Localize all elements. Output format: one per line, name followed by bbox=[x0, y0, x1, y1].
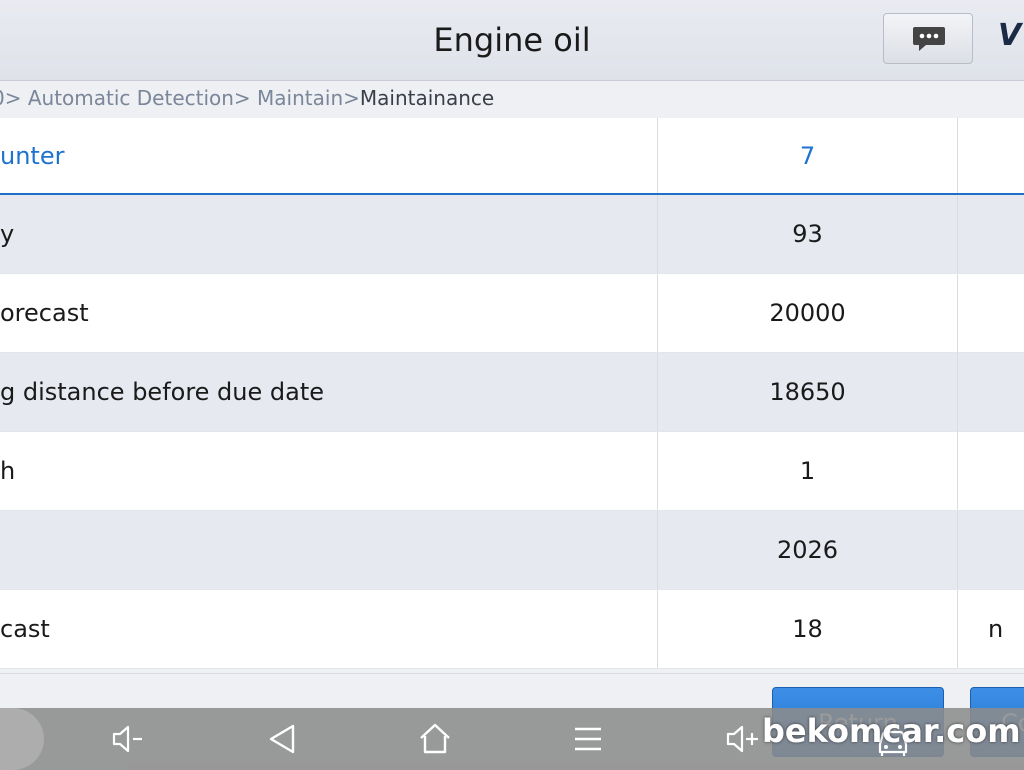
table-cell-value: 1 bbox=[657, 432, 957, 510]
volume-up-icon[interactable] bbox=[724, 720, 762, 758]
row-name-text: orecast bbox=[0, 299, 89, 327]
brand-logo: V bbox=[998, 18, 1022, 53]
volume-down-icon[interactable] bbox=[108, 720, 146, 758]
table-row[interactable]: 2026 bbox=[0, 511, 1024, 590]
breadcrumb-item-automatic-detection[interactable]: Automatic Detection> bbox=[28, 86, 251, 110]
table-cell-name: orecast bbox=[0, 274, 650, 352]
table-cell-value: 2026 bbox=[657, 511, 957, 589]
table-cell-unit bbox=[957, 195, 1024, 273]
header-name-text: unter bbox=[0, 141, 65, 170]
home-icon[interactable] bbox=[416, 720, 454, 758]
table-cell-unit: n bbox=[957, 590, 1024, 668]
table-cell-value: 18650 bbox=[657, 353, 957, 431]
row-name-text: h bbox=[0, 457, 16, 485]
table-cell-value: 18 bbox=[657, 590, 957, 668]
table-cell-name: unter bbox=[0, 118, 650, 193]
row-name-text: y bbox=[0, 220, 15, 248]
table-cell-unit bbox=[957, 511, 1024, 589]
maintenance-table: unter 7 y 93 orecast 20000 g distance be… bbox=[0, 118, 1024, 669]
menu-icon[interactable] bbox=[569, 720, 607, 758]
table-cell-unit bbox=[957, 274, 1024, 352]
breadcrumb: 0> Automatic Detection> Maintain>Maintai… bbox=[0, 84, 494, 112]
title-bar: Engine oil V bbox=[0, 0, 1024, 81]
table-cell-unit bbox=[957, 432, 1024, 510]
table-cell-value: 7 bbox=[657, 118, 957, 193]
table-cell-unit bbox=[957, 118, 1024, 193]
breadcrumb-item-maintain[interactable]: Maintain> bbox=[257, 86, 360, 110]
screen: Engine oil V 0> Automatic Detection> Mai… bbox=[0, 0, 1024, 770]
row-name-text: g distance before due date bbox=[0, 378, 325, 406]
message-bubble-icon bbox=[913, 27, 945, 51]
row-name-text: cast bbox=[0, 615, 50, 643]
table-cell-value: 20000 bbox=[657, 274, 957, 352]
table-header-row[interactable]: unter 7 bbox=[0, 118, 1024, 195]
watermark-text: bekomcar.com bbox=[762, 712, 1021, 750]
table-cell-name: h bbox=[0, 432, 650, 510]
table-cell-value: 93 bbox=[657, 195, 957, 273]
table-row[interactable]: cast 18 n bbox=[0, 590, 1024, 669]
table-row[interactable]: h 1 bbox=[0, 432, 1024, 511]
breadcrumb-item[interactable]: 0> bbox=[0, 86, 21, 110]
table-row[interactable]: g distance before due date 18650 bbox=[0, 353, 1024, 432]
table-cell-name bbox=[0, 511, 650, 589]
back-triangle-icon[interactable] bbox=[263, 720, 301, 758]
nav-pill-handle[interactable] bbox=[0, 708, 44, 770]
table-cell-name: g distance before due date bbox=[0, 353, 650, 431]
message-button[interactable] bbox=[883, 13, 973, 64]
breadcrumb-current: Maintainance bbox=[359, 86, 495, 110]
table-cell-unit bbox=[957, 353, 1024, 431]
table-cell-name: y bbox=[0, 195, 650, 273]
table-row[interactable]: y 93 bbox=[0, 195, 1024, 274]
table-row[interactable]: orecast 20000 bbox=[0, 274, 1024, 353]
page-title: Engine oil bbox=[433, 21, 591, 59]
table-cell-name: cast bbox=[0, 590, 650, 668]
